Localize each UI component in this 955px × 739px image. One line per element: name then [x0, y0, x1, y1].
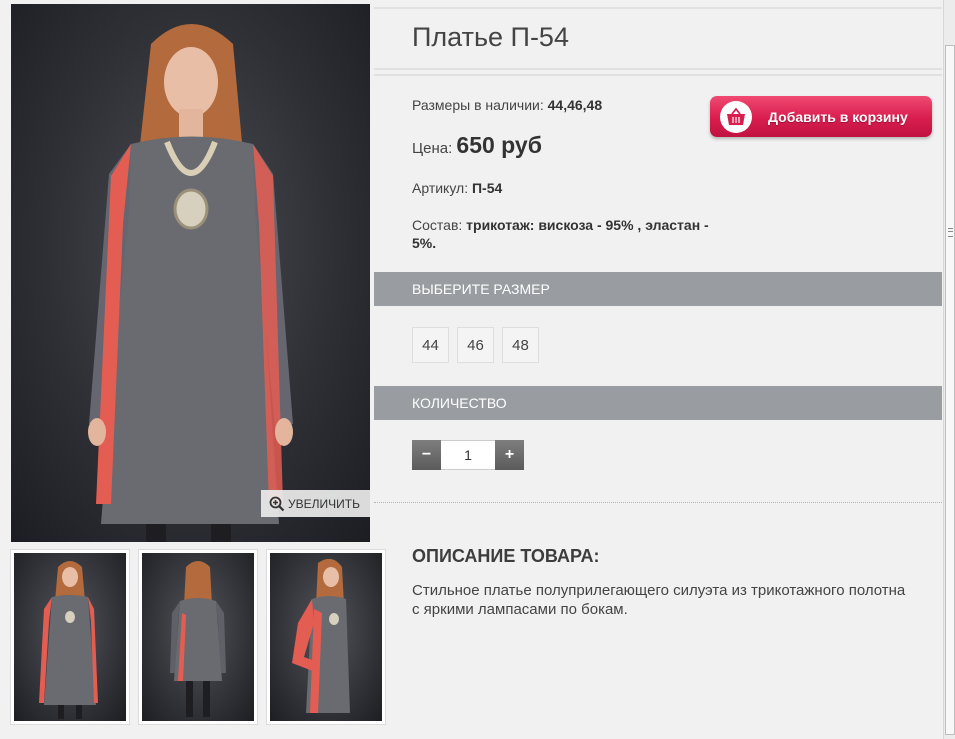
basket-icon	[727, 107, 745, 125]
title-divider-upper	[374, 68, 942, 70]
description-heading: ОПИСАНИЕ ТОВАРА:	[412, 546, 600, 566]
page-scrollbar[interactable]	[943, 0, 955, 739]
model-in-dress-image	[88, 24, 293, 542]
thumbnail-back[interactable]	[139, 550, 257, 724]
main-product-photo[interactable]: УВЕЛИЧИТЬ	[11, 4, 370, 542]
scrollbar-thumb[interactable]	[945, 45, 955, 735]
thumbnail-back-image	[170, 561, 226, 717]
basket-icon-wrap	[720, 100, 752, 133]
description-text: Стильное платье полуприлегающего силуэта…	[412, 582, 906, 618]
size-section-header: ВЫБЕРИТЕ РАЗМЕР	[374, 272, 942, 306]
product-title: Платье П-54	[412, 22, 569, 52]
top-divider	[374, 7, 942, 9]
zoom-label: УВЕЛИЧИТЬ	[288, 496, 360, 511]
size-option-48[interactable]: 48	[502, 327, 539, 363]
sku-value: П-54	[471, 180, 503, 196]
thumbnail-side[interactable]	[267, 550, 385, 724]
sku-label: Артикул:	[412, 180, 472, 196]
composition: Состав: трикотаж: вискоза - 95% , эласта…	[412, 216, 712, 252]
thumbnail-strip	[11, 550, 385, 724]
available-sizes: Размеры в наличии: 44,46,48	[412, 97, 602, 113]
quantity-minus-button[interactable]: −	[412, 440, 441, 470]
title-divider-lower	[374, 74, 942, 76]
add-to-cart-label: Добавить в корзину	[768, 108, 908, 125]
quantity-plus-button[interactable]: +	[495, 440, 524, 470]
composition-label: Состав:	[412, 217, 467, 233]
available-sizes-label: Размеры в наличии:	[412, 97, 548, 113]
magnifier-plus-icon	[269, 496, 285, 511]
quantity-input[interactable]	[441, 440, 495, 470]
size-option-44[interactable]: 44	[412, 327, 449, 363]
size-options: 44 46 48	[412, 327, 539, 363]
add-to-cart-button[interactable]: Добавить в корзину	[710, 96, 932, 137]
quantity-section-header: КОЛИЧЕСТВО	[374, 386, 942, 420]
thumbnail-side-image	[292, 558, 350, 713]
description-divider	[374, 502, 942, 503]
sku: Артикул: П-54	[412, 180, 502, 196]
scrollbar-grip-icon	[948, 228, 953, 237]
price-label: Цена:	[412, 140, 457, 157]
available-sizes-value: 44,46,48	[547, 97, 603, 113]
quantity-stepper: − +	[412, 440, 524, 470]
price-value: 650 руб	[456, 132, 542, 158]
thumbnail-front-image	[39, 561, 98, 719]
size-option-46[interactable]: 46	[457, 327, 494, 363]
price: Цена: 650 руб	[412, 132, 542, 159]
thumbnail-front[interactable]	[11, 550, 129, 724]
zoom-button[interactable]: УВЕЛИЧИТЬ	[261, 490, 370, 517]
